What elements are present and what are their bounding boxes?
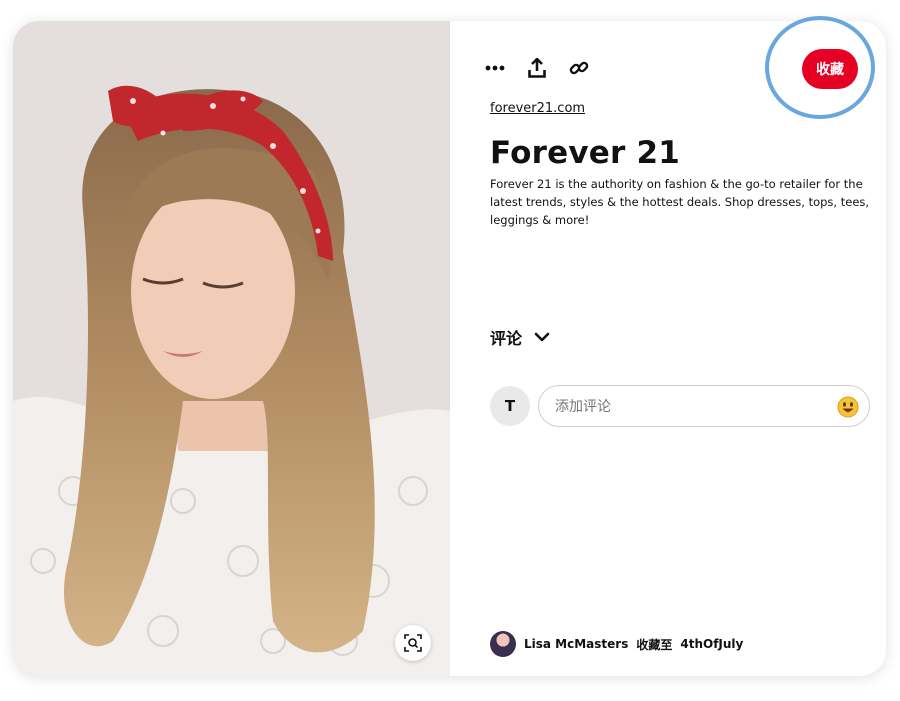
lens-icon — [404, 634, 422, 652]
pin-photo-illustration — [13, 21, 450, 676]
saver-avatar[interactable] — [490, 631, 516, 657]
user-avatar[interactable]: T — [490, 386, 530, 426]
copy-link-button[interactable] — [568, 57, 590, 79]
saved-to-label: 收藏至 — [636, 637, 673, 652]
source-link[interactable]: forever21.com — [490, 101, 585, 116]
emoji-icon[interactable] — [837, 396, 859, 418]
more-options-button[interactable] — [484, 57, 506, 79]
comments-toggle[interactable]: 评论 — [490, 325, 550, 349]
pin-description: Forever 21 is the authority on fashion &… — [490, 177, 870, 227]
pin-card: 收藏 forever21.com Forever 21 Forever 21 i… — [13, 21, 886, 676]
board-name[interactable]: 4thOfJuly — [680, 637, 743, 651]
comment-field[interactable] — [538, 385, 870, 428]
pin-detail-panel: 收藏 forever21.com Forever 21 Forever 21 i… — [450, 21, 886, 676]
link-icon — [569, 61, 589, 75]
save-button[interactable]: 收藏 — [802, 49, 858, 89]
comments-heading: 评论 — [490, 329, 523, 348]
chevron-down-icon — [534, 332, 550, 342]
pin-toolbar — [484, 57, 590, 79]
saved-by-row: Lisa McMasters 收藏至 4thOfJuly — [490, 631, 743, 657]
comment-input[interactable] — [553, 386, 827, 428]
share-button[interactable] — [526, 57, 548, 79]
pin-title: Forever 21 — [490, 135, 680, 171]
share-icon — [528, 58, 546, 78]
visual-search-button[interactable] — [395, 625, 431, 661]
more-icon — [485, 65, 505, 71]
pin-image[interactable] — [13, 21, 450, 676]
saver-name[interactable]: Lisa McMasters — [524, 637, 628, 651]
